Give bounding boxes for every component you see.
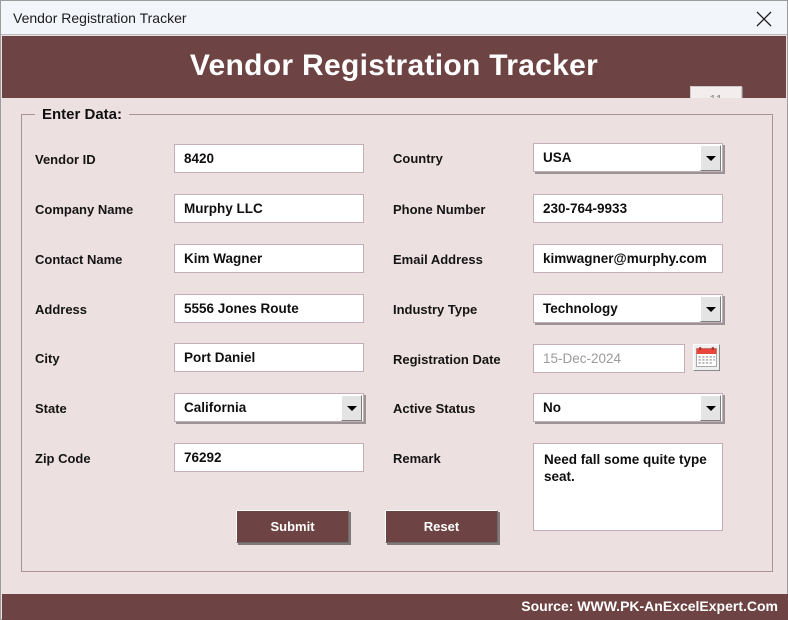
reset-button[interactable]: Reset	[385, 510, 498, 543]
input-city[interactable]: Port Daniel	[174, 343, 364, 372]
label-industry-type: Industry Type	[393, 302, 478, 317]
input-zip-code[interactable]: 76292	[174, 443, 364, 472]
dropdown-country-value: USA	[543, 150, 572, 165]
calendar-icon[interactable]	[693, 344, 720, 371]
header-banner: Vendor Registration Tracker 11	[2, 36, 786, 114]
label-active-status: Active Status	[393, 401, 476, 416]
submit-button[interactable]: Submit	[236, 510, 349, 543]
dropdown-industry-type[interactable]: Technology	[533, 294, 723, 323]
chevron-down-icon[interactable]	[700, 296, 721, 322]
dropdown-state[interactable]: California	[174, 393, 364, 422]
page-title: Vendor Registration Tracker	[189, 49, 599, 82]
input-phone-number[interactable]: 230-764-9933	[533, 194, 723, 223]
input-company-name[interactable]: Murphy LLC	[174, 194, 364, 223]
label-country: Country	[393, 151, 443, 166]
input-email-address[interactable]: kimwagner@murphy.com	[533, 244, 723, 273]
label-company-name: Company Name	[35, 202, 134, 217]
input-vendor-id[interactable]: 8420	[174, 144, 364, 173]
label-zip-code: Zip Code	[35, 451, 91, 466]
dropdown-state-value: California	[184, 400, 247, 415]
label-address: Address	[35, 302, 88, 317]
close-button[interactable]	[741, 1, 787, 34]
window-title: Vendor Registration Tracker	[13, 10, 187, 26]
chevron-down-icon[interactable]	[700, 395, 721, 421]
input-address[interactable]: 5556 Jones Route	[174, 294, 364, 323]
label-contact-name: Contact Name	[35, 252, 123, 267]
application-window: Vendor Registration Tracker Vendor Regis…	[0, 0, 788, 620]
label-vendor-id: Vendor ID	[35, 152, 96, 167]
dropdown-country[interactable]: USA	[533, 143, 723, 172]
dropdown-industry-type-value: Technology	[543, 301, 618, 316]
chevron-down-icon[interactable]	[341, 395, 362, 421]
title-bar: Vendor Registration Tracker	[1, 1, 787, 35]
input-registration-date[interactable]: 15-Dec-2024	[533, 344, 685, 373]
groupbox-legend: Enter Data:	[35, 106, 130, 123]
textarea-remark[interactable]: Need fall some quite type seat.	[533, 443, 723, 531]
label-state: State	[35, 401, 67, 416]
footer-bar: Source: WWW.PK-AnExcelExpert.Com	[2, 594, 788, 620]
label-registration-date: Registration Date	[393, 352, 501, 367]
chevron-down-icon[interactable]	[700, 145, 721, 171]
input-contact-name[interactable]: Kim Wagner	[174, 244, 364, 273]
label-remark: Remark	[393, 451, 441, 466]
dropdown-active-status-value: No	[543, 400, 561, 415]
source-text: Source: WWW.PK-AnExcelExpert.Com	[521, 598, 778, 614]
dropdown-active-status[interactable]: No	[533, 393, 723, 422]
label-phone-number: Phone Number	[393, 202, 486, 217]
form-panel: Enter Data: Vendor ID 8420 Company Name …	[2, 98, 786, 594]
label-city: City	[35, 351, 60, 366]
label-email-address: Email Address	[393, 252, 483, 267]
